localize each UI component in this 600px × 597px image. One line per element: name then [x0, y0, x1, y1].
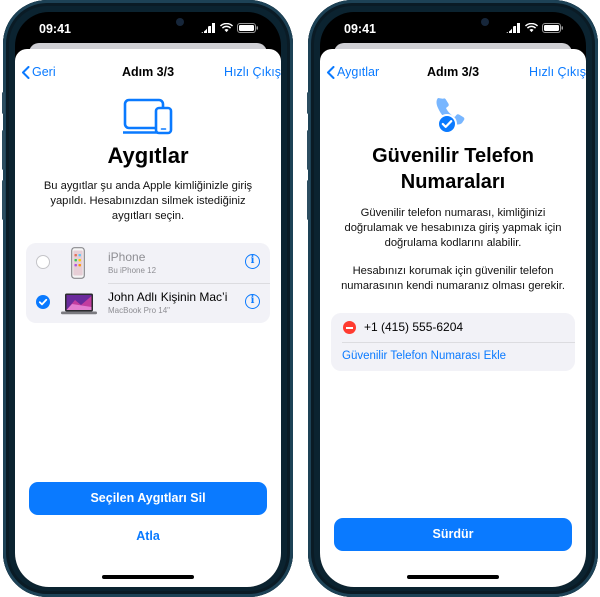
device-list: iPhone Bu iPhone 12 i John Adlı Kişinin …	[26, 243, 270, 323]
battery-icon	[542, 23, 563, 33]
battery-icon	[237, 23, 258, 33]
nav-bar: Aygıtlar Adım 3/3 Hızlı Çıkış	[320, 65, 586, 85]
camera-notch	[86, 12, 210, 34]
nav-bar: Geri Adım 3/3 Hızlı Çıkış	[15, 65, 281, 85]
info-icon[interactable]: i	[245, 294, 260, 309]
device-checkbox-iphone[interactable]	[36, 255, 50, 269]
modal-sheet: Aygıtlar Adım 3/3 Hızlı Çıkış Güvenilir …	[320, 49, 586, 587]
volume-up-button	[307, 130, 310, 170]
device-checkbox-mac[interactable]	[36, 295, 50, 309]
device-row-iphone[interactable]: iPhone Bu iPhone 12 i	[26, 243, 270, 283]
page-description: Güvenilir telefon numarası, kimliğinizi …	[344, 207, 562, 249]
screen-left: 09:41 Geri Adım 3/3 Hızlı Çıkış Aygıtlar…	[15, 12, 281, 587]
page-title: Aygıtlar	[107, 143, 189, 168]
delete-selected-devices-button[interactable]: Seçilen Aygıtları Sil	[29, 482, 267, 515]
page-title-line2: Numaraları	[400, 171, 506, 193]
quick-exit-button[interactable]: Hızlı Çıkış	[224, 65, 281, 79]
status-time: 09:41	[39, 22, 71, 36]
remove-number-icon[interactable]	[343, 321, 356, 334]
trusted-phone-list: +1 (415) 555-6204 Güvenilir Telefon Numa…	[331, 313, 575, 371]
add-trusted-number-link[interactable]: Güvenilir Telefon Numarası Ekle	[342, 350, 506, 362]
iphone-device-icon	[71, 247, 85, 279]
home-indicator	[407, 575, 499, 579]
status-time: 09:41	[344, 22, 376, 36]
wifi-icon	[220, 23, 233, 33]
devices-icon	[123, 98, 173, 135]
camera-notch	[391, 12, 515, 34]
wifi-icon	[525, 23, 538, 33]
device-model: Bu iPhone 12	[108, 266, 157, 275]
modal-sheet: Geri Adım 3/3 Hızlı Çıkış Aygıtlar Bu ay…	[15, 49, 281, 587]
device-model: MacBook Pro 14"	[108, 306, 170, 315]
device-name: John Adlı Kişinin Mac’i	[108, 290, 228, 304]
home-indicator	[102, 575, 194, 579]
checkmark-icon	[38, 298, 48, 306]
info-icon[interactable]: i	[245, 254, 260, 269]
volume-down-button	[2, 180, 5, 220]
macbook-device-icon	[61, 293, 97, 315]
continue-button[interactable]: Sürdür	[334, 518, 572, 551]
volume-down-button	[307, 180, 310, 220]
page-note: Hesabınızı korumak için güvenilir telefo…	[341, 265, 565, 292]
volume-up-button	[2, 130, 5, 170]
mute-switch	[2, 92, 5, 114]
mute-switch	[307, 92, 310, 114]
page-title-line1: Güvenilir Telefon	[372, 145, 534, 167]
skip-button[interactable]: Atla	[15, 529, 281, 543]
trusted-phone-row[interactable]: +1 (415) 555-6204	[331, 313, 575, 342]
trusted-phone-number: +1 (415) 555-6204	[364, 320, 464, 334]
add-number-row[interactable]: Güvenilir Telefon Numarası Ekle	[331, 342, 575, 371]
trusted-phone-icon	[436, 98, 465, 134]
screen-right: 09:41 Aygıtlar Adım 3/3 Hızlı Çıkış Güve…	[320, 12, 586, 587]
phone-frame-left: 09:41 Geri Adım 3/3 Hızlı Çıkış Aygıtlar…	[2, 0, 293, 597]
device-name: iPhone	[108, 250, 146, 264]
page-description: Bu aygıtlar şu anda Apple kimliğinizle g…	[43, 180, 253, 222]
device-row-mac[interactable]: John Adlı Kişinin Mac’i MacBook Pro 14" …	[26, 283, 270, 323]
phone-frame-right: 09:41 Aygıtlar Adım 3/3 Hızlı Çıkış Güve…	[307, 0, 598, 597]
quick-exit-button[interactable]: Hızlı Çıkış	[529, 65, 586, 79]
